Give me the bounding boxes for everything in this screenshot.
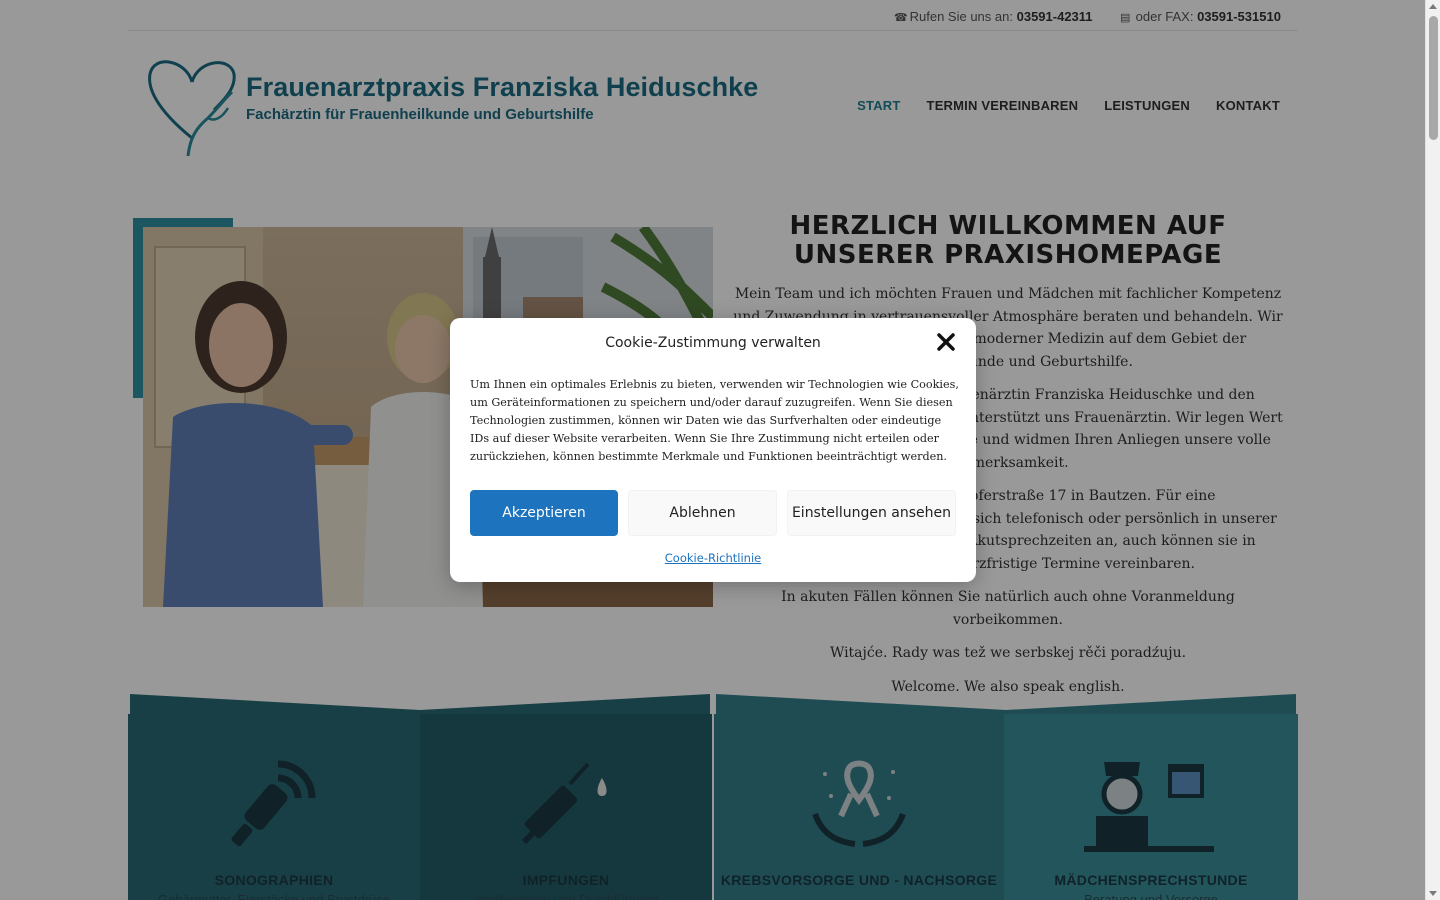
page-scrollbar[interactable] xyxy=(1425,0,1440,900)
deny-cookies-button[interactable]: Ablehnen xyxy=(628,490,777,536)
scroll-down-arrow-icon[interactable] xyxy=(1429,891,1437,896)
view-settings-button[interactable]: Einstellungen ansehen xyxy=(787,490,956,536)
cookie-dialog-title: Cookie-Zustimmung verwalten xyxy=(605,335,821,351)
close-icon[interactable] xyxy=(936,332,956,352)
cookie-policy-link[interactable]: Cookie-Richtlinie xyxy=(450,551,976,565)
scroll-up-arrow-icon[interactable] xyxy=(1429,4,1437,9)
cookie-dialog-text: Um Ihnen ein optimales Erlebnis zu biete… xyxy=(470,378,959,463)
accept-cookies-button[interactable]: Akzeptieren xyxy=(470,490,618,536)
scrollbar-thumb[interactable] xyxy=(1429,16,1438,140)
cookie-consent-dialog: Cookie-Zustimmung verwalten Um Ihnen ein… xyxy=(450,318,976,582)
